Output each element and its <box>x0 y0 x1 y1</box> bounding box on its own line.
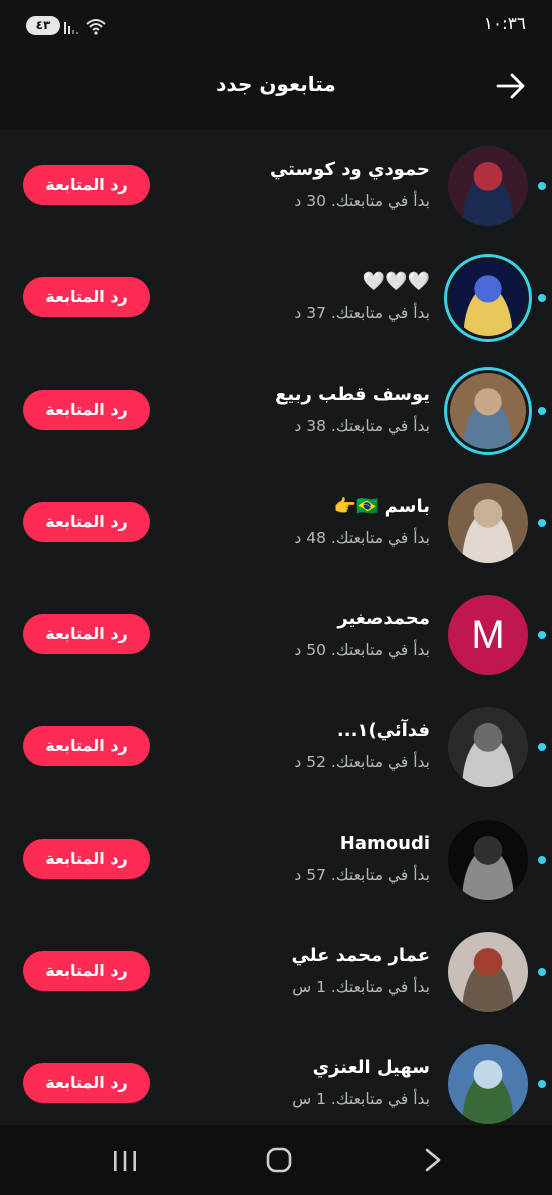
signal-icon <box>64 22 78 34</box>
wifi-icon <box>86 19 106 35</box>
follower-row[interactable]: M محمدصغير بدأ في متابعتك. 50 د رد المتابعة <box>0 579 552 691</box>
avatar-night-bridge[interactable] <box>450 260 526 337</box>
back-chevron-icon[interactable] <box>403 1141 463 1179</box>
follower-row[interactable]: حمودي ود كوستي بدأ في متابعتك. 30 د رد الم… <box>0 130 552 242</box>
unread-dot <box>538 855 546 864</box>
follow-time-text: بدأ في متابعتك. 38 د <box>294 416 430 435</box>
follow-back-button[interactable]: رد المتابعة <box>23 838 150 879</box>
follower-row[interactable]: فدآئي)١... بدأ في متابعتك. 52 د رد المتابع… <box>0 691 552 803</box>
status-time: ١٠:٣٦ <box>483 14 526 34</box>
follower-name[interactable]: Hamoudi <box>340 833 430 854</box>
unread-dot <box>538 294 546 303</box>
battery-indicator: ٤٣ <box>26 16 60 35</box>
follower-row[interactable]: باسم 🇧🇷👉 بدأ في متابعتك. 48 د رد المتابعة <box>0 467 552 579</box>
follower-name[interactable]: يوسف قطب ربيع <box>275 384 430 405</box>
avatar-young-man[interactable] <box>448 482 528 563</box>
follower-name[interactable]: باسم 🇧🇷👉 <box>334 496 430 517</box>
follow-time-text: بدأ في متابعتك. 57 د <box>294 865 430 884</box>
follower-name[interactable]: فدآئي)١... <box>337 720 430 741</box>
avatar-young-man-outdoors[interactable] <box>448 1044 528 1125</box>
follow-time-text: بدأ في متابعتك. 52 د <box>294 753 430 772</box>
follow-time-text: بدأ في متابعتك. 48 د <box>294 528 430 547</box>
unread-dot <box>538 743 546 752</box>
follow-back-button[interactable]: رد المتابعة <box>23 389 150 430</box>
home-icon[interactable] <box>249 1141 309 1179</box>
follow-time-text: بدأ في متابعتك. 1 س <box>292 978 430 997</box>
follow-back-button[interactable]: رد المتابعة <box>23 501 150 542</box>
unread-dot <box>538 968 546 977</box>
follower-row[interactable]: عمار محمد علي بدأ في متابعتك. 1 س رد المتا… <box>0 916 552 1028</box>
follower-row[interactable]: سهيل العنزي بدأ في متابعتك. 1 س رد المتابع… <box>0 1028 552 1140</box>
follow-time-text: بدأ في متابعتك. 37 د <box>294 304 430 323</box>
avatar-football-team[interactable] <box>448 146 528 226</box>
back-arrow-icon[interactable] <box>494 69 528 103</box>
follow-back-button[interactable]: رد المتابعة <box>23 277 150 318</box>
follow-time-text: بدأ في متابعتك. 50 د <box>294 641 430 660</box>
page-title: متابعون جدد <box>216 72 336 96</box>
follower-row[interactable]: يوسف قطب ربيع بدأ في متابعتك. 38 د رد المت… <box>0 355 552 467</box>
followers-list: حمودي ود كوستي بدأ في متابعتك. 30 د رد الم… <box>0 130 552 1141</box>
follower-name[interactable]: سهيل العنزي <box>313 1057 430 1078</box>
follower-row[interactable]: Hamoudi بدأ في متابعتك. 57 د رد المتابعة <box>0 804 552 916</box>
follow-back-button[interactable]: رد المتابعة <box>23 1063 150 1104</box>
unread-dot <box>538 631 546 640</box>
system-nav-bar <box>0 1125 552 1195</box>
follower-name[interactable]: حمودي ود كوستي <box>270 159 430 180</box>
avatar-football-player[interactable] <box>448 819 528 900</box>
avatar-man-with-children[interactable] <box>450 372 526 449</box>
follow-time-text: بدأ في متابعتك. 30 د <box>294 192 430 210</box>
follow-back-button[interactable]: رد المتابعة <box>23 614 150 655</box>
unread-dot <box>538 182 546 190</box>
unread-dot <box>538 518 546 527</box>
follower-name[interactable]: محمدصغير <box>337 608 430 629</box>
follow-time-text: بدأ في متابعتك. 1 س <box>292 1090 430 1109</box>
avatar-masked-figure[interactable] <box>448 707 528 788</box>
status-bar: ٤٣ ١٠:٣٦ <box>0 0 552 52</box>
follow-back-button[interactable]: رد المتابعة <box>23 951 150 992</box>
avatar-letter-m[interactable]: M <box>448 595 528 676</box>
unread-dot <box>538 406 546 415</box>
header: متابعون جدد <box>0 52 552 130</box>
follow-back-button[interactable]: رد المتابعة <box>23 165 150 205</box>
recent-apps-icon[interactable] <box>95 1141 155 1179</box>
follower-row[interactable]: 🤍🤍🤍 بدأ في متابعتك. 37 د رد المتابعة <box>0 242 552 354</box>
follow-back-button[interactable]: رد المتابعة <box>23 726 150 767</box>
follower-name[interactable]: عمار محمد علي <box>292 945 430 966</box>
follower-name[interactable]: 🤍🤍🤍 <box>363 271 430 292</box>
avatar-man-with-flags[interactable] <box>448 932 528 1013</box>
unread-dot <box>538 1080 546 1089</box>
